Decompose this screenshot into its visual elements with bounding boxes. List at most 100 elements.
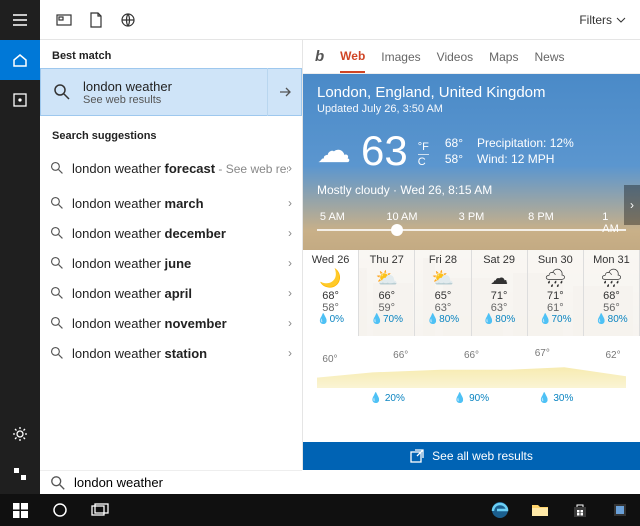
suggestion-text: london weather november	[72, 316, 288, 331]
weather-icon: 🌙	[303, 268, 358, 288]
wind-label: Wind:	[477, 152, 508, 166]
unit-c[interactable]: C	[418, 155, 429, 169]
suggestion-item[interactable]: london weather november›	[40, 308, 302, 338]
best-match-heading: Best match	[40, 40, 302, 68]
condition-time: Wed 26, 8:15 AM	[400, 183, 492, 197]
suggestion-item[interactable]: london weather april›	[40, 278, 302, 308]
forecast-day[interactable]: Mon 31🌧68°56°💧80%	[584, 250, 640, 336]
task-view-button[interactable]	[80, 494, 120, 526]
suggestion-item[interactable]: london weather march›	[40, 188, 302, 218]
graph-temp-label: 66°	[393, 350, 408, 361]
suggestion-item[interactable]: london weather forecast - See web result…	[40, 148, 302, 188]
start-button[interactable]	[0, 494, 40, 526]
graph-temp-label: 62°	[605, 350, 620, 361]
suggestion-text: london weather march	[72, 196, 288, 211]
forecast-day[interactable]: Sun 30🌧71°61°💧70%	[528, 250, 584, 336]
time-label: 10 AM	[386, 211, 417, 223]
graph-rain-label: 💧 30%	[538, 393, 573, 404]
search-icon	[50, 475, 66, 491]
hamburger-icon[interactable]	[0, 0, 40, 40]
search-icon	[50, 256, 72, 270]
time-label: 1 AM	[602, 211, 619, 235]
graph-temp-label: 66°	[464, 350, 479, 361]
precip-value: 12%	[550, 136, 574, 150]
taskbar-app-icon[interactable]	[600, 494, 640, 526]
search-icon	[50, 346, 72, 360]
weather-card: London, England, United Kingdom Updated …	[303, 74, 640, 336]
suggestion-item[interactable]: london weather june›	[40, 248, 302, 278]
location: London, England, United Kingdom	[317, 84, 626, 101]
updated: Updated July 26, 3:50 AM	[317, 103, 626, 115]
best-match-title: london weather	[83, 79, 267, 94]
chevron-right-icon: ›	[288, 256, 292, 270]
search-icon	[50, 226, 72, 240]
time-slider[interactable]: 5 AM10 AM3 PM8 PM1 AM	[317, 211, 626, 241]
tab-videos[interactable]: Videos	[437, 50, 473, 72]
tab-news[interactable]: News	[534, 50, 564, 72]
documents-scope-icon[interactable]	[80, 4, 112, 36]
home-icon[interactable]	[0, 40, 40, 80]
time-label: 8 PM	[528, 211, 554, 223]
feedback-icon[interactable]	[0, 454, 40, 494]
see-all-label: See all web results	[432, 449, 533, 463]
chevron-right-icon: ›	[288, 226, 292, 240]
chevron-right-icon: ›	[288, 316, 292, 330]
suggestions-heading: Search suggestions	[40, 120, 302, 148]
suggestion-text: london weather june	[72, 256, 288, 271]
suggestion-item[interactable]: london weather december›	[40, 218, 302, 248]
time-label: 3 PM	[459, 211, 485, 223]
chevron-right-icon: ›	[288, 346, 292, 360]
settings-icon[interactable]	[0, 414, 40, 454]
graph-rain-label: 💧 90%	[454, 393, 489, 404]
tab-images[interactable]: Images	[381, 50, 420, 72]
suggestion-text: london weather december	[72, 226, 288, 241]
web-scope-icon[interactable]	[112, 4, 144, 36]
temp-hi: 68°	[445, 135, 463, 151]
filters-label: Filters	[579, 13, 612, 27]
unit-f[interactable]: °F	[418, 140, 429, 155]
search-icon	[50, 161, 72, 175]
store-icon[interactable]	[560, 494, 600, 526]
search-icon	[50, 286, 72, 300]
weather-icon: 🌧	[584, 268, 639, 288]
weather-icon: 🌧	[528, 268, 583, 288]
search-icon	[50, 316, 72, 330]
open-icon	[410, 449, 424, 463]
temp-lo: 58°	[445, 151, 463, 167]
bing-logo: b	[315, 48, 324, 65]
current-temp: 63	[361, 127, 408, 175]
edge-icon[interactable]	[480, 494, 520, 526]
forecast-day[interactable]: Sat 29☁71°63°💧80%	[472, 250, 528, 336]
weather-icon: ⛅	[415, 268, 470, 288]
weather-icon: ⛅	[359, 268, 414, 288]
chevron-right-icon: ›	[288, 196, 292, 210]
suggestion-text: london weather station	[72, 346, 288, 361]
forecast-day[interactable]: Wed 26🌙68°58°💧0%	[303, 250, 359, 336]
forecast-day[interactable]: Fri 28⛅65°63°💧80%	[415, 250, 471, 336]
suggestion-text: london weather april	[72, 286, 288, 301]
chevron-right-icon: ›	[288, 286, 292, 300]
explorer-icon[interactable]	[520, 494, 560, 526]
filters-button[interactable]: Filters	[573, 13, 632, 27]
graph-temp-label: 67°	[535, 348, 550, 359]
best-match-scope-icon[interactable]	[48, 4, 80, 36]
best-match-sub: See web results	[83, 94, 267, 106]
apps-icon[interactable]	[0, 80, 40, 120]
see-all-results-button[interactable]: See all web results	[303, 442, 640, 470]
arrow-right-icon[interactable]	[267, 68, 301, 116]
tab-maps[interactable]: Maps	[489, 50, 518, 72]
suggestion-item[interactable]: london weather station›	[40, 338, 302, 368]
chevron-right-icon: ›	[288, 161, 292, 175]
graph-rain-label: 💧 20%	[370, 393, 405, 404]
tab-web[interactable]: Web	[340, 49, 365, 73]
cloud-icon: ☁	[317, 131, 351, 171]
condition: Mostly cloudy	[317, 183, 390, 197]
forecast-next-icon[interactable]: ›	[624, 185, 640, 225]
search-icon	[50, 196, 72, 210]
best-match-item[interactable]: london weather See web results	[40, 68, 302, 116]
search-input[interactable]	[74, 475, 292, 490]
forecast-day[interactable]: Thu 27⛅66°59°💧70%	[359, 250, 415, 336]
weather-icon: ☁	[472, 268, 527, 288]
search-icon	[41, 83, 83, 101]
cortana-button[interactable]	[40, 494, 80, 526]
